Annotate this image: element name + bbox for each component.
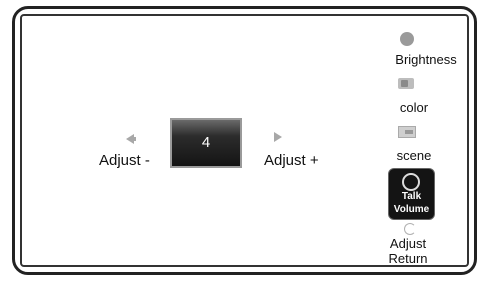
adjust-return-line1: Adjust [389, 236, 427, 251]
scene-label: scene [396, 148, 432, 163]
adjust-return-line2: Return [388, 251, 428, 266]
brightness-label: Brightness [395, 52, 457, 67]
menu-item-talk-volume[interactable]: Talk Volume [388, 168, 435, 220]
scene-icon[interactable] [398, 126, 416, 138]
adjust-minus-label[interactable]: Adjust - [99, 152, 150, 169]
talk-volume-line2: Volume [393, 204, 430, 215]
arrow-left-icon[interactable] [126, 134, 136, 144]
brightness-icon[interactable] [400, 32, 414, 46]
menu-item-color[interactable]: color [386, 100, 442, 115]
adjust-plus-label[interactable]: Adjust + [264, 152, 319, 169]
menu-item-scene[interactable]: scene [386, 148, 442, 163]
return-icon[interactable] [404, 223, 416, 235]
arrow-right-icon[interactable] [274, 132, 282, 142]
talk-volume-line1: Talk [401, 191, 422, 202]
color-label: color [399, 100, 429, 115]
menu-item-brightness[interactable]: Brightness [386, 52, 466, 67]
value-display: 4 [170, 118, 242, 168]
color-icon[interactable] [398, 78, 414, 89]
menu-item-adjust-return[interactable]: Adjust Return [386, 236, 430, 266]
value-text: 4 [201, 134, 211, 151]
volume-knob-icon [402, 173, 420, 191]
